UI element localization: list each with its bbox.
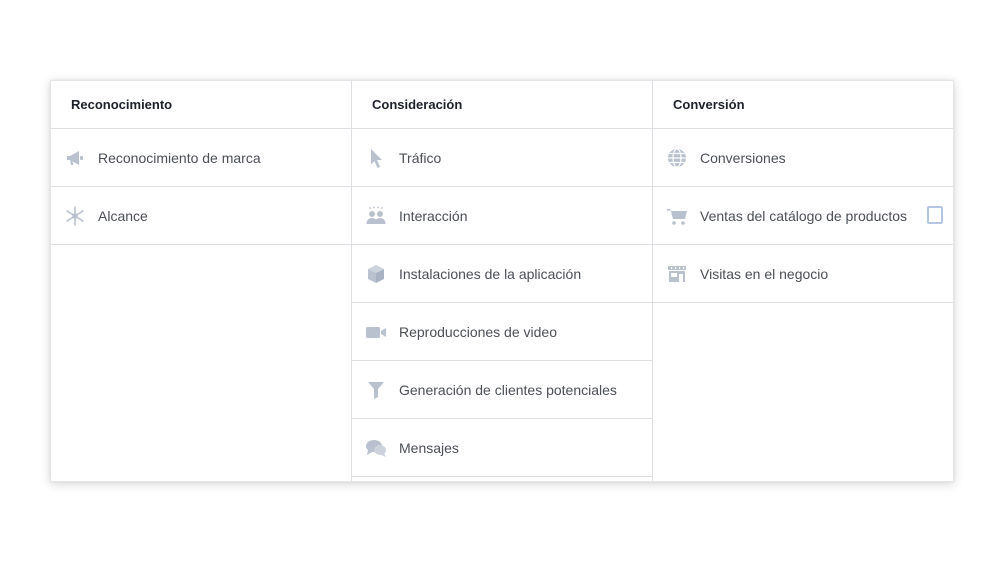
column-reconocimiento: Reconocimiento Reconocimiento de marca A… <box>51 81 351 481</box>
objective-trafico[interactable]: Tráfico <box>352 129 652 187</box>
globe-icon <box>666 147 688 169</box>
shopping-cart-icon <box>666 205 688 227</box>
catalog-sales-checkbox[interactable] <box>927 206 943 224</box>
campaign-objective-panel: Reconocimiento Reconocimiento de marca A… <box>50 80 954 482</box>
funnel-icon <box>365 379 387 401</box>
column-header-reconocimiento: Reconocimiento <box>51 81 351 129</box>
people-icon <box>365 205 387 227</box>
objective-ventas-del-catalogo-de-productos[interactable]: Ventas del catálogo de productos <box>653 187 953 245</box>
objective-label: Mensajes <box>399 439 459 456</box>
objective-reconocimiento-de-marca[interactable]: Reconocimiento de marca <box>51 129 351 187</box>
megaphone-icon <box>64 147 86 169</box>
objective-label: Tráfico <box>399 149 442 166</box>
video-camera-icon <box>365 321 387 343</box>
objective-conversiones[interactable]: Conversiones <box>653 129 953 187</box>
objective-instalaciones-de-la-aplicacion[interactable]: Instalaciones de la aplicación <box>352 245 652 303</box>
objective-label: Conversiones <box>700 149 786 166</box>
objective-label: Ventas del catálogo de productos <box>700 207 908 224</box>
objective-visitas-en-el-negocio[interactable]: Visitas en el negocio <box>653 245 953 303</box>
objective-label: Reconocimiento de marca <box>98 149 261 166</box>
objective-label: Instalaciones de la aplicación <box>399 265 582 282</box>
cursor-icon <box>365 147 387 169</box>
objective-reproducciones-de-video[interactable]: Reproducciones de video <box>352 303 652 361</box>
objective-label: Reproducciones de video <box>399 323 557 340</box>
objective-label: Alcance <box>98 207 148 224</box>
column-consideracion: Consideración Tráfico Interacción Instal… <box>351 81 652 481</box>
objective-label: Interacción <box>399 207 468 224</box>
column-header-conversion: Conversión <box>653 81 953 129</box>
reach-icon <box>64 205 86 227</box>
chat-bubbles-icon <box>365 437 387 459</box>
objective-alcance[interactable]: Alcance <box>51 187 351 245</box>
objective-interaccion[interactable]: Interacción <box>352 187 652 245</box>
column-conversion: Conversión Conversiones Ventas del catál… <box>652 81 953 481</box>
column-header-consideracion: Consideración <box>352 81 652 129</box>
objective-label: Visitas en el negocio <box>700 265 829 282</box>
objective-label: Generación de clientes potenciales <box>399 381 617 398</box>
box-icon <box>365 263 387 285</box>
objective-mensajes[interactable]: Mensajes <box>352 419 652 477</box>
storefront-icon <box>666 263 688 285</box>
objective-generacion-de-clientes-potenciales[interactable]: Generación de clientes potenciales <box>352 361 652 419</box>
